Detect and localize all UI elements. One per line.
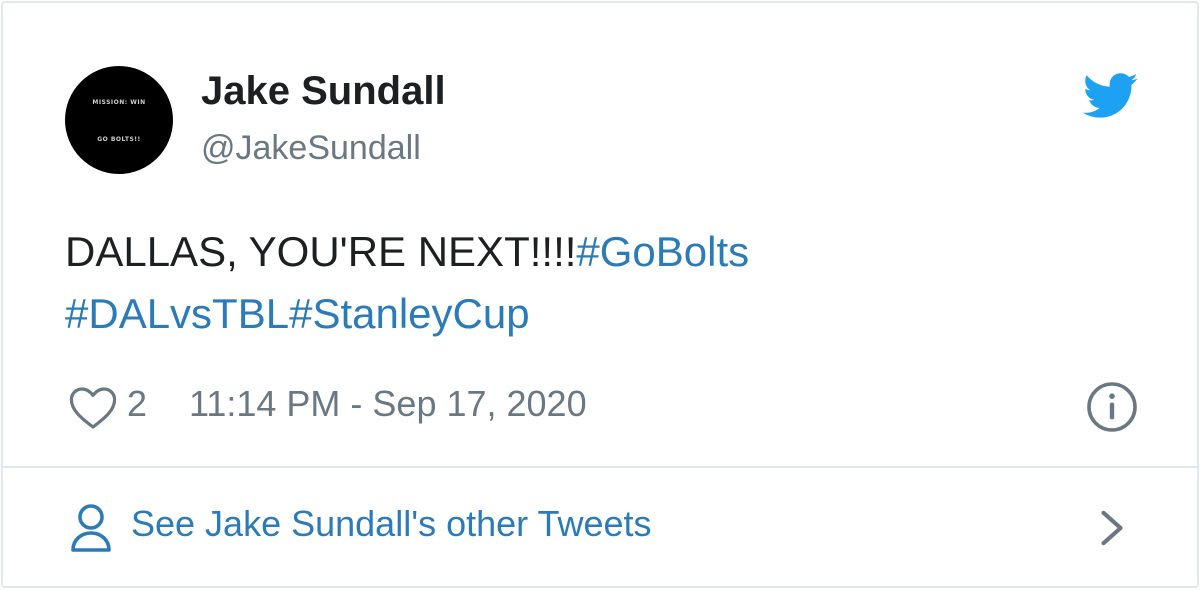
tweet-card: MISSION: WIN GO BOLTS!! Jake Sundall @Ja… xyxy=(1,1,1199,588)
info-icon[interactable] xyxy=(1086,381,1138,433)
tweet-text-line-2: #DALvsTBL#StanleyCup xyxy=(65,283,1145,345)
avatar-text-top: MISSION: WIN xyxy=(92,99,146,106)
like-count: 2 xyxy=(127,383,148,424)
tweet-text-line-1: DALLAS, YOU'RE NEXT!!!!#GoBolts xyxy=(65,221,1145,283)
divider xyxy=(3,466,1197,468)
hashtag-link[interactable]: #StanleyCup xyxy=(289,290,530,337)
see-other-tweets-link[interactable]: See Jake Sundall's other Tweets xyxy=(63,497,1143,557)
see-other-tweets-label[interactable]: See Jake Sundall's other Tweets xyxy=(131,503,652,545)
twitter-bird-icon[interactable] xyxy=(1083,73,1139,119)
author-name[interactable]: Jake Sundall xyxy=(201,69,446,114)
timestamp-link[interactable]: 11:14 PM - Sep 17, 2020 xyxy=(189,383,587,425)
avatar[interactable]: MISSION: WIN GO BOLTS!! xyxy=(65,66,173,174)
hashtag-link[interactable]: #GoBolts xyxy=(576,228,749,275)
heart-icon[interactable] xyxy=(69,386,117,430)
tweet-text: DALLAS, YOU'RE NEXT!!!!#GoBolts #DALvsTB… xyxy=(65,221,1145,345)
tweet-body: DALLAS, YOU'RE NEXT!!!! xyxy=(65,228,577,275)
person-icon xyxy=(71,504,111,552)
hashtag-link[interactable]: #DALvsTBL xyxy=(65,290,289,337)
chevron-right-icon[interactable] xyxy=(1099,509,1127,547)
author-handle[interactable]: @JakeSundall xyxy=(201,129,421,168)
avatar-text-bottom: GO BOLTS!! xyxy=(97,136,141,143)
